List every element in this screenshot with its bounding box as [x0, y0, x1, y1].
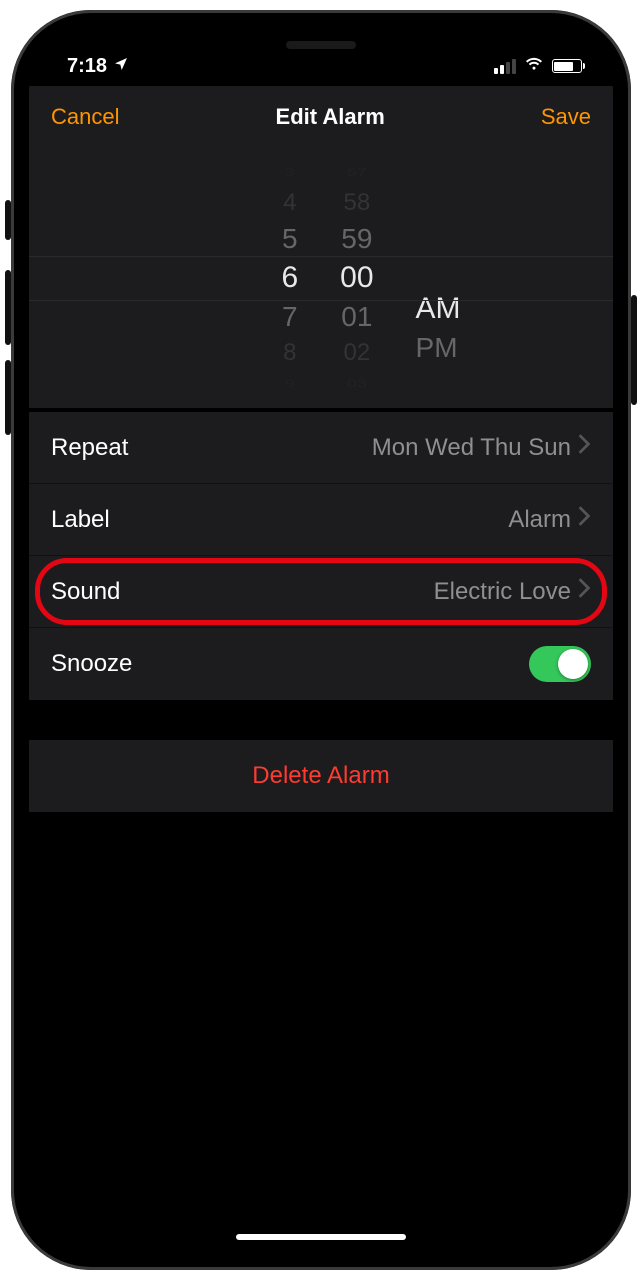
time-picker[interactable]: 3 4 5 6 7 8 9 57 58 59 00 01 02 03	[29, 148, 613, 408]
selected-hour: 6	[281, 261, 298, 295]
selected-minute: 00	[340, 261, 373, 295]
phone-frame: 7:18 Cancel Edit Alarm	[11, 10, 631, 1270]
sound-value: Electric Love	[434, 578, 571, 606]
chevron-right-icon	[577, 577, 591, 606]
settings-list: Repeat Mon Wed Thu Sun Label Alarm	[29, 412, 613, 700]
snooze-row: Snooze	[29, 628, 613, 700]
ampm-wheel[interactable]: AM PM	[416, 192, 461, 364]
delete-label: Delete Alarm	[252, 762, 389, 789]
cancel-button[interactable]: Cancel	[51, 104, 119, 130]
toggle-knob	[558, 649, 588, 679]
notch	[196, 28, 446, 62]
chevron-right-icon	[577, 433, 591, 462]
repeat-label: Repeat	[51, 434, 128, 462]
page-title: Edit Alarm	[276, 104, 385, 130]
selected-ampm: AM	[416, 292, 461, 326]
snooze-toggle[interactable]	[529, 646, 591, 682]
section-spacer	[29, 700, 613, 740]
wifi-icon	[524, 53, 544, 79]
power-button	[631, 295, 637, 405]
sound-row[interactable]: Sound Electric Love	[29, 556, 613, 628]
repeat-value: Mon Wed Thu Sun	[372, 434, 571, 462]
status-left: 7:18	[67, 55, 129, 78]
mute-switch	[5, 200, 11, 240]
repeat-row[interactable]: Repeat Mon Wed Thu Sun	[29, 412, 613, 484]
location-icon	[113, 55, 129, 78]
chevron-right-icon	[577, 505, 591, 534]
snooze-label: Snooze	[51, 650, 132, 678]
minute-wheel[interactable]: 57 58 59 00 01 02 03	[340, 162, 373, 394]
status-time: 7:18	[67, 55, 107, 78]
delete-alarm-button[interactable]: Delete Alarm	[29, 740, 613, 812]
battery-icon	[552, 59, 586, 73]
save-button[interactable]: Save	[541, 104, 591, 130]
hour-wheel[interactable]: 3 4 5 6 7 8 9	[281, 162, 298, 394]
nav-bar: Cancel Edit Alarm Save	[29, 86, 613, 148]
screen: 7:18 Cancel Edit Alarm	[29, 28, 613, 1252]
speaker-grille	[286, 41, 356, 49]
volume-up-button	[5, 270, 11, 345]
label-value: Alarm	[508, 506, 571, 534]
label-row[interactable]: Label Alarm	[29, 484, 613, 556]
cellular-icon	[494, 59, 516, 74]
status-right	[494, 53, 586, 79]
volume-down-button	[5, 360, 11, 435]
sound-label: Sound	[51, 578, 120, 606]
home-indicator[interactable]	[236, 1234, 406, 1240]
label-label: Label	[51, 506, 110, 534]
